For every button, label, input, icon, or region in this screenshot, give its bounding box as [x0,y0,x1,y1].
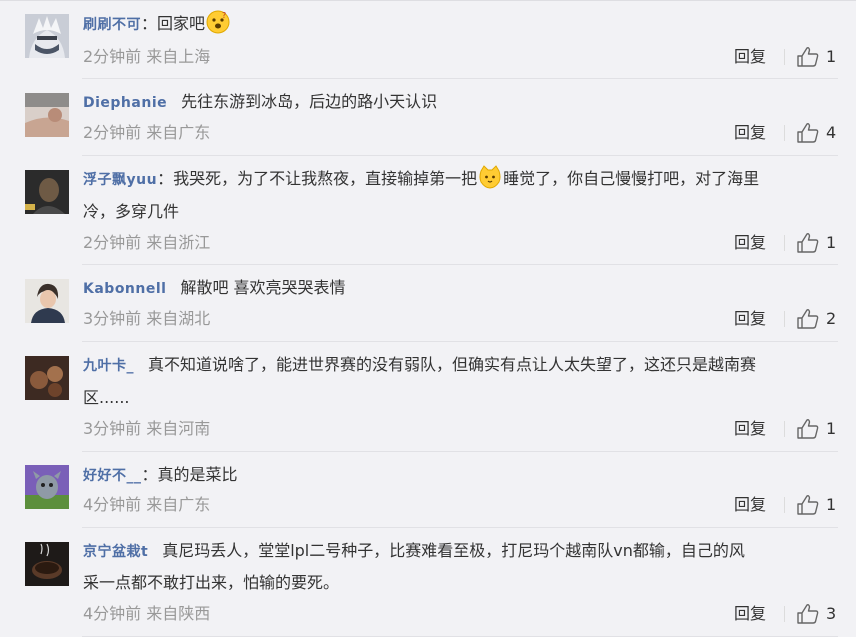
reply-button[interactable]: 回复 [734,308,766,330]
comment-item: 好好不__：真的是菜比 4分钟前 来自广东 回复 1 [0,452,838,528]
thumbs-up-icon [797,604,819,624]
username[interactable]: 京宁盆栽t [83,537,148,567]
comment-item: 九叶卡_ 真不知道说啥了，能进世界赛的没有弱队，但确实有点让人太失望了，这还只是越… [0,342,838,452]
comment-text: 刷刷不可：回家吧? [83,9,838,40]
like-count: 3 [826,604,837,623]
like-button[interactable]: 2 [796,308,840,330]
like-button[interactable]: 3 [796,603,840,625]
like-button[interactable]: 1 [796,418,840,440]
comment-meta: 4分钟前 来自广东 [83,495,211,514]
comment-body-continued: 睡觉了，你自己慢慢打吧，对了海里 [503,169,760,188]
avatar[interactable] [25,14,69,58]
comment-body: 真不知道说啥了，能进世界赛的没有弱队，但确实有点让人太失望了，这还只是越南赛 [148,355,757,374]
like-count: 4 [826,123,837,142]
comment-text: 好好不__：真的是菜比 [83,460,838,491]
comment-text: Kabonnell 解散吧 喜欢亮哭哭表情 [83,273,838,304]
like-button[interactable]: 1 [796,46,840,68]
username[interactable]: 好好不__ [83,461,142,491]
avatar[interactable] [25,279,69,323]
divider [784,125,785,141]
comment-list: 刷刷不可：回家吧? 2分钟前 来自上海 回复 1 Diephanie 先往东游到冰… [0,0,856,637]
reply-button[interactable]: 回复 [734,494,766,516]
thinking-face-emoji-icon: ? [206,10,230,34]
comment-text: 九叶卡_ 真不知道说啥了，能进世界赛的没有弱队，但确实有点让人太失望了，这还只是越… [83,350,838,381]
comment-body: 回家吧 [157,14,206,33]
divider [784,497,785,513]
avatar[interactable] [25,465,69,509]
username[interactable]: 浮子飘yuu [83,165,157,195]
divider [784,49,785,65]
comment-item: Diephanie 先往东游到冰岛，后边的路小天认识 2分钟前 来自广东 回复 4 [0,79,838,156]
comment-text: 浮子飘yuu：我哭死，为了不让我熬夜，直接输掉第一把 睡觉了，你自己慢慢打吧，对了… [83,164,838,195]
like-button[interactable]: 1 [796,494,840,516]
like-count: 1 [826,233,837,252]
comment-meta: 3分钟前 来自河南 [83,419,211,438]
comment-body: 真的是菜比 [157,465,238,484]
like-button[interactable]: 1 [796,232,840,254]
divider [784,235,785,251]
comment-body: 解散吧 喜欢亮哭哭表情 [180,278,346,297]
like-count: 2 [826,309,837,328]
comment-text: Diephanie 先往东游到冰岛，后边的路小天认识 [83,87,838,118]
avatar[interactable] [25,356,69,400]
reply-button[interactable]: 回复 [734,603,766,625]
comment-item: 京宁盆栽t 真尼玛丢人，堂堂lpl二号种子，比赛难看至极，打尼玛个越南队vn都输，… [0,528,838,637]
comment-body: 先往东游到冰岛，后边的路小天认识 [181,92,438,111]
comment-body: 真尼玛丢人，堂堂lpl二号种子，比赛难看至极，打尼玛个越南队vn都输，自己的风 [162,541,745,560]
username[interactable]: 九叶卡_ [83,351,134,381]
reply-button[interactable]: 回复 [734,46,766,68]
like-count: 1 [826,495,837,514]
reply-button[interactable]: 回复 [734,232,766,254]
comment-text: 京宁盆栽t 真尼玛丢人，堂堂lpl二号种子，比赛难看至极，打尼玛个越南队vn都输，… [83,536,838,567]
thumbs-up-icon [797,419,819,439]
thumbs-up-icon [797,47,819,67]
comment-meta: 4分钟前 来自陕西 [83,604,211,623]
comment-text-line2: 采一点都不敢打出来，怕输的要死。 [83,573,340,592]
comment-item: Kabonnell 解散吧 喜欢亮哭哭表情 3分钟前 来自湖北 回复 2 [0,265,838,342]
thumbs-up-icon [797,123,819,143]
divider [784,311,785,327]
cat-face-emoji-icon [479,165,501,189]
comment-body: 我哭死，为了不让我熬夜，直接输掉第一把 [173,169,478,188]
username[interactable]: Diephanie [83,88,167,118]
avatar[interactable] [25,93,69,137]
like-count: 1 [826,419,837,438]
username[interactable]: 刷刷不可 [83,10,141,40]
thumbs-up-icon [797,309,819,329]
comment-text-line2: 区...... [83,388,130,407]
reply-button[interactable]: 回复 [734,122,766,144]
divider [784,421,785,437]
comment-meta: 2分钟前 来自浙江 [83,233,211,252]
thumbs-up-icon [797,233,819,253]
comment-meta: 2分钟前 来自上海 [83,47,211,66]
reply-button[interactable]: 回复 [734,418,766,440]
like-button[interactable]: 4 [796,122,840,144]
divider [784,606,785,622]
comment-text-line2: 冷，多穿几件 [83,202,180,221]
svg-text:?: ? [222,11,226,20]
avatar[interactable] [25,542,69,586]
comment-item: 浮子飘yuu：我哭死，为了不让我熬夜，直接输掉第一把 睡觉了，你自己慢慢打吧，对了… [0,156,838,265]
comment-meta: 2分钟前 来自广东 [83,123,211,142]
comment-item: 刷刷不可：回家吧? 2分钟前 来自上海 回复 1 [0,1,838,79]
like-count: 1 [826,47,837,66]
comment-meta: 3分钟前 来自湖北 [83,309,211,328]
thumbs-up-icon [797,495,819,515]
username[interactable]: Kabonnell [83,274,166,304]
avatar[interactable] [25,170,69,214]
